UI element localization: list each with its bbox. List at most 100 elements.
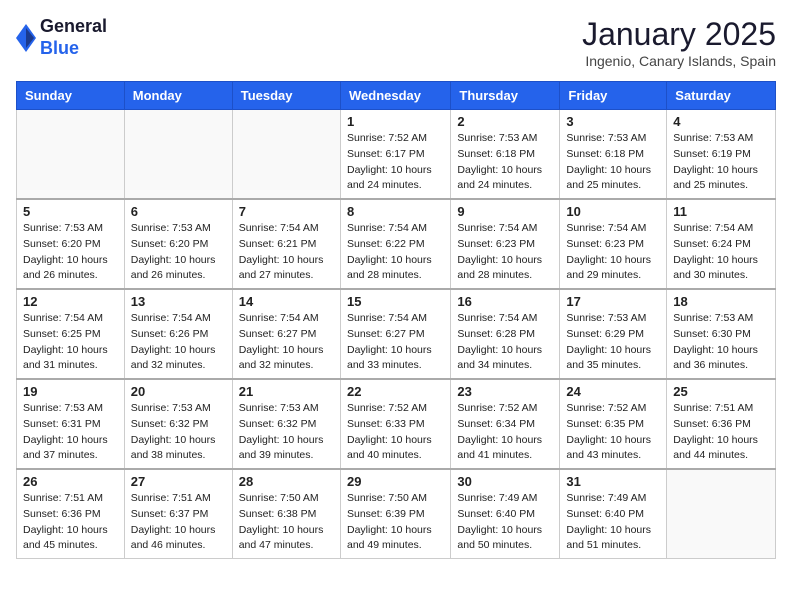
- logo-general: General: [40, 16, 107, 38]
- calendar-cell: 7 Sunrise: 7:54 AM Sunset: 6:21 PM Daylig…: [232, 199, 340, 289]
- calendar-cell: 22 Sunrise: 7:52 AM Sunset: 6:33 PM Dayli…: [340, 379, 450, 469]
- calendar-week-4: 26 Sunrise: 7:51 AM Sunset: 6:36 PM Dayli…: [17, 469, 776, 559]
- logo-icon: [16, 24, 36, 52]
- day-number: 20: [131, 384, 226, 399]
- logo-blue: Blue: [40, 38, 107, 60]
- header-friday: Friday: [560, 82, 667, 110]
- day-number: 4: [673, 114, 769, 129]
- calendar-cell: 19 Sunrise: 7:53 AM Sunset: 6:31 PM Dayli…: [17, 379, 125, 469]
- day-detail: Sunrise: 7:54 AM Sunset: 6:21 PM Dayligh…: [239, 221, 334, 284]
- calendar-cell: 20 Sunrise: 7:53 AM Sunset: 6:32 PM Dayli…: [124, 379, 232, 469]
- calendar-cell: 15 Sunrise: 7:54 AM Sunset: 6:27 PM Dayli…: [340, 289, 450, 379]
- day-detail: Sunrise: 7:51 AM Sunset: 6:37 PM Dayligh…: [131, 491, 226, 554]
- day-detail: Sunrise: 7:49 AM Sunset: 6:40 PM Dayligh…: [457, 491, 553, 554]
- day-number: 27: [131, 474, 226, 489]
- day-detail: Sunrise: 7:53 AM Sunset: 6:32 PM Dayligh…: [239, 401, 334, 464]
- calendar-cell: 28Sunrise: 7:50 AM Sunset: 6:38 PM Dayli…: [232, 469, 340, 559]
- logo-text: General Blue: [40, 16, 107, 59]
- day-number: 13: [131, 294, 226, 309]
- day-number: 6: [131, 204, 226, 219]
- day-number: 18: [673, 294, 769, 309]
- day-number: 10: [566, 204, 660, 219]
- day-number: 31: [566, 474, 660, 489]
- calendar-cell: 23 Sunrise: 7:52 AM Sunset: 6:34 PM Dayli…: [451, 379, 560, 469]
- day-number: 7: [239, 204, 334, 219]
- day-detail: Sunrise: 7:53 AM Sunset: 6:31 PM Dayligh…: [23, 401, 118, 464]
- calendar-cell: 17 Sunrise: 7:53 AM Sunset: 6:29 PM Dayli…: [560, 289, 667, 379]
- calendar-cell: 5Sunrise: 7:53 AM Sunset: 6:20 PM Daylig…: [17, 199, 125, 289]
- day-number: 9: [457, 204, 553, 219]
- day-detail: Sunrise: 7:53 AM Sunset: 6:18 PM Dayligh…: [457, 131, 553, 194]
- day-detail: Sunrise: 7:52 AM Sunset: 6:33 PM Dayligh…: [347, 401, 444, 464]
- calendar-cell: 8 Sunrise: 7:54 AM Sunset: 6:22 PM Daylig…: [340, 199, 450, 289]
- header-monday: Monday: [124, 82, 232, 110]
- day-number: 26: [23, 474, 118, 489]
- location: Ingenio, Canary Islands, Spain: [582, 53, 776, 69]
- day-number: 15: [347, 294, 444, 309]
- calendar-cell: 2 Sunrise: 7:53 AM Sunset: 6:18 PM Daylig…: [451, 110, 560, 200]
- day-detail: Sunrise: 7:53 AM Sunset: 6:29 PM Dayligh…: [566, 311, 660, 374]
- calendar-week-1: 5 Sunrise: 7:53 AM Sunset: 6:20 PM Daylig…: [17, 199, 776, 289]
- day-number: 21: [239, 384, 334, 399]
- calendar-cell: 6 Sunrise: 7:53 AM Sunset: 6:20 PM Daylig…: [124, 199, 232, 289]
- day-detail: Sunrise: 7:54 AM Sunset: 6:26 PM Dayligh…: [131, 311, 226, 374]
- calendar-week-2: 12Sunrise: 7:54 AM Sunset: 6:25 PM Dayli…: [17, 289, 776, 379]
- header-thursday: Thursday: [451, 82, 560, 110]
- calendar-cell: 14 Sunrise: 7:54 AM Sunset: 6:27 PM Dayli…: [232, 289, 340, 379]
- day-number: 22: [347, 384, 444, 399]
- calendar-cell: 27 Sunrise: 7:51 AM Sunset: 6:37 PM Dayli…: [124, 469, 232, 559]
- day-number: 28: [239, 474, 334, 489]
- day-detail: Sunrise: 7:54 AM Sunset: 6:28 PM Dayligh…: [457, 311, 553, 374]
- calendar-cell: [124, 110, 232, 200]
- header-wednesday: Wednesday: [340, 82, 450, 110]
- calendar-cell: 30Sunrise: 7:49 AM Sunset: 6:40 PM Dayli…: [451, 469, 560, 559]
- header-sunday: Sunday: [17, 82, 125, 110]
- calendar-cell: 9 Sunrise: 7:54 AM Sunset: 6:23 PM Daylig…: [451, 199, 560, 289]
- day-number: 8: [347, 204, 444, 219]
- day-detail: Sunrise: 7:54 AM Sunset: 6:22 PM Dayligh…: [347, 221, 444, 284]
- calendar-cell: [17, 110, 125, 200]
- calendar-cell: 11 Sunrise: 7:54 AM Sunset: 6:24 PM Dayli…: [667, 199, 776, 289]
- calendar-cell: 31 Sunrise: 7:49 AM Sunset: 6:40 PM Dayli…: [560, 469, 667, 559]
- day-detail: Sunrise: 7:51 AM Sunset: 6:36 PM Dayligh…: [673, 401, 769, 464]
- day-detail: Sunrise: 7:51 AM Sunset: 6:36 PM Dayligh…: [23, 491, 118, 554]
- day-number: 2: [457, 114, 553, 129]
- calendar-cell: 21 Sunrise: 7:53 AM Sunset: 6:32 PM Dayli…: [232, 379, 340, 469]
- calendar-cell: 24Sunrise: 7:52 AM Sunset: 6:35 PM Dayli…: [560, 379, 667, 469]
- header-tuesday: Tuesday: [232, 82, 340, 110]
- day-detail: Sunrise: 7:53 AM Sunset: 6:32 PM Dayligh…: [131, 401, 226, 464]
- day-detail: Sunrise: 7:54 AM Sunset: 6:27 PM Dayligh…: [347, 311, 444, 374]
- day-detail: Sunrise: 7:52 AM Sunset: 6:34 PM Dayligh…: [457, 401, 553, 464]
- day-number: 29: [347, 474, 444, 489]
- page-header: General Blue January 2025 Ingenio, Canar…: [16, 16, 776, 69]
- day-number: 23: [457, 384, 553, 399]
- day-detail: Sunrise: 7:54 AM Sunset: 6:27 PM Dayligh…: [239, 311, 334, 374]
- day-number: 19: [23, 384, 118, 399]
- day-detail: Sunrise: 7:54 AM Sunset: 6:24 PM Dayligh…: [673, 221, 769, 284]
- calendar-cell: 4 Sunrise: 7:53 AM Sunset: 6:19 PM Daylig…: [667, 110, 776, 200]
- day-detail: Sunrise: 7:52 AM Sunset: 6:35 PM Dayligh…: [566, 401, 660, 464]
- calendar-cell: 29 Sunrise: 7:50 AM Sunset: 6:39 PM Dayli…: [340, 469, 450, 559]
- calendar-cell: 16 Sunrise: 7:54 AM Sunset: 6:28 PM Dayli…: [451, 289, 560, 379]
- day-detail: Sunrise: 7:54 AM Sunset: 6:23 PM Dayligh…: [457, 221, 553, 284]
- day-number: 16: [457, 294, 553, 309]
- day-detail: Sunrise: 7:49 AM Sunset: 6:40 PM Dayligh…: [566, 491, 660, 554]
- day-detail: Sunrise: 7:54 AM Sunset: 6:25 PM Dayligh…: [23, 311, 118, 374]
- day-detail: Sunrise: 7:53 AM Sunset: 6:30 PM Dayligh…: [673, 311, 769, 374]
- day-detail: Sunrise: 7:53 AM Sunset: 6:18 PM Dayligh…: [566, 131, 660, 194]
- calendar-cell: 1 Sunrise: 7:52 AM Sunset: 6:17 PM Daylig…: [340, 110, 450, 200]
- logo: General Blue: [16, 16, 107, 59]
- day-detail: Sunrise: 7:50 AM Sunset: 6:39 PM Dayligh…: [347, 491, 444, 554]
- day-number: 17: [566, 294, 660, 309]
- calendar-cell: 18 Sunrise: 7:53 AM Sunset: 6:30 PM Dayli…: [667, 289, 776, 379]
- day-detail: Sunrise: 7:52 AM Sunset: 6:17 PM Dayligh…: [347, 131, 444, 194]
- day-number: 1: [347, 114, 444, 129]
- title-block: January 2025 Ingenio, Canary Islands, Sp…: [582, 16, 776, 69]
- calendar-cell: 10Sunrise: 7:54 AM Sunset: 6:23 PM Dayli…: [560, 199, 667, 289]
- day-detail: Sunrise: 7:53 AM Sunset: 6:19 PM Dayligh…: [673, 131, 769, 194]
- day-number: 5: [23, 204, 118, 219]
- calendar-week-3: 19 Sunrise: 7:53 AM Sunset: 6:31 PM Dayli…: [17, 379, 776, 469]
- day-number: 14: [239, 294, 334, 309]
- day-number: 11: [673, 204, 769, 219]
- day-detail: Sunrise: 7:53 AM Sunset: 6:20 PM Dayligh…: [131, 221, 226, 284]
